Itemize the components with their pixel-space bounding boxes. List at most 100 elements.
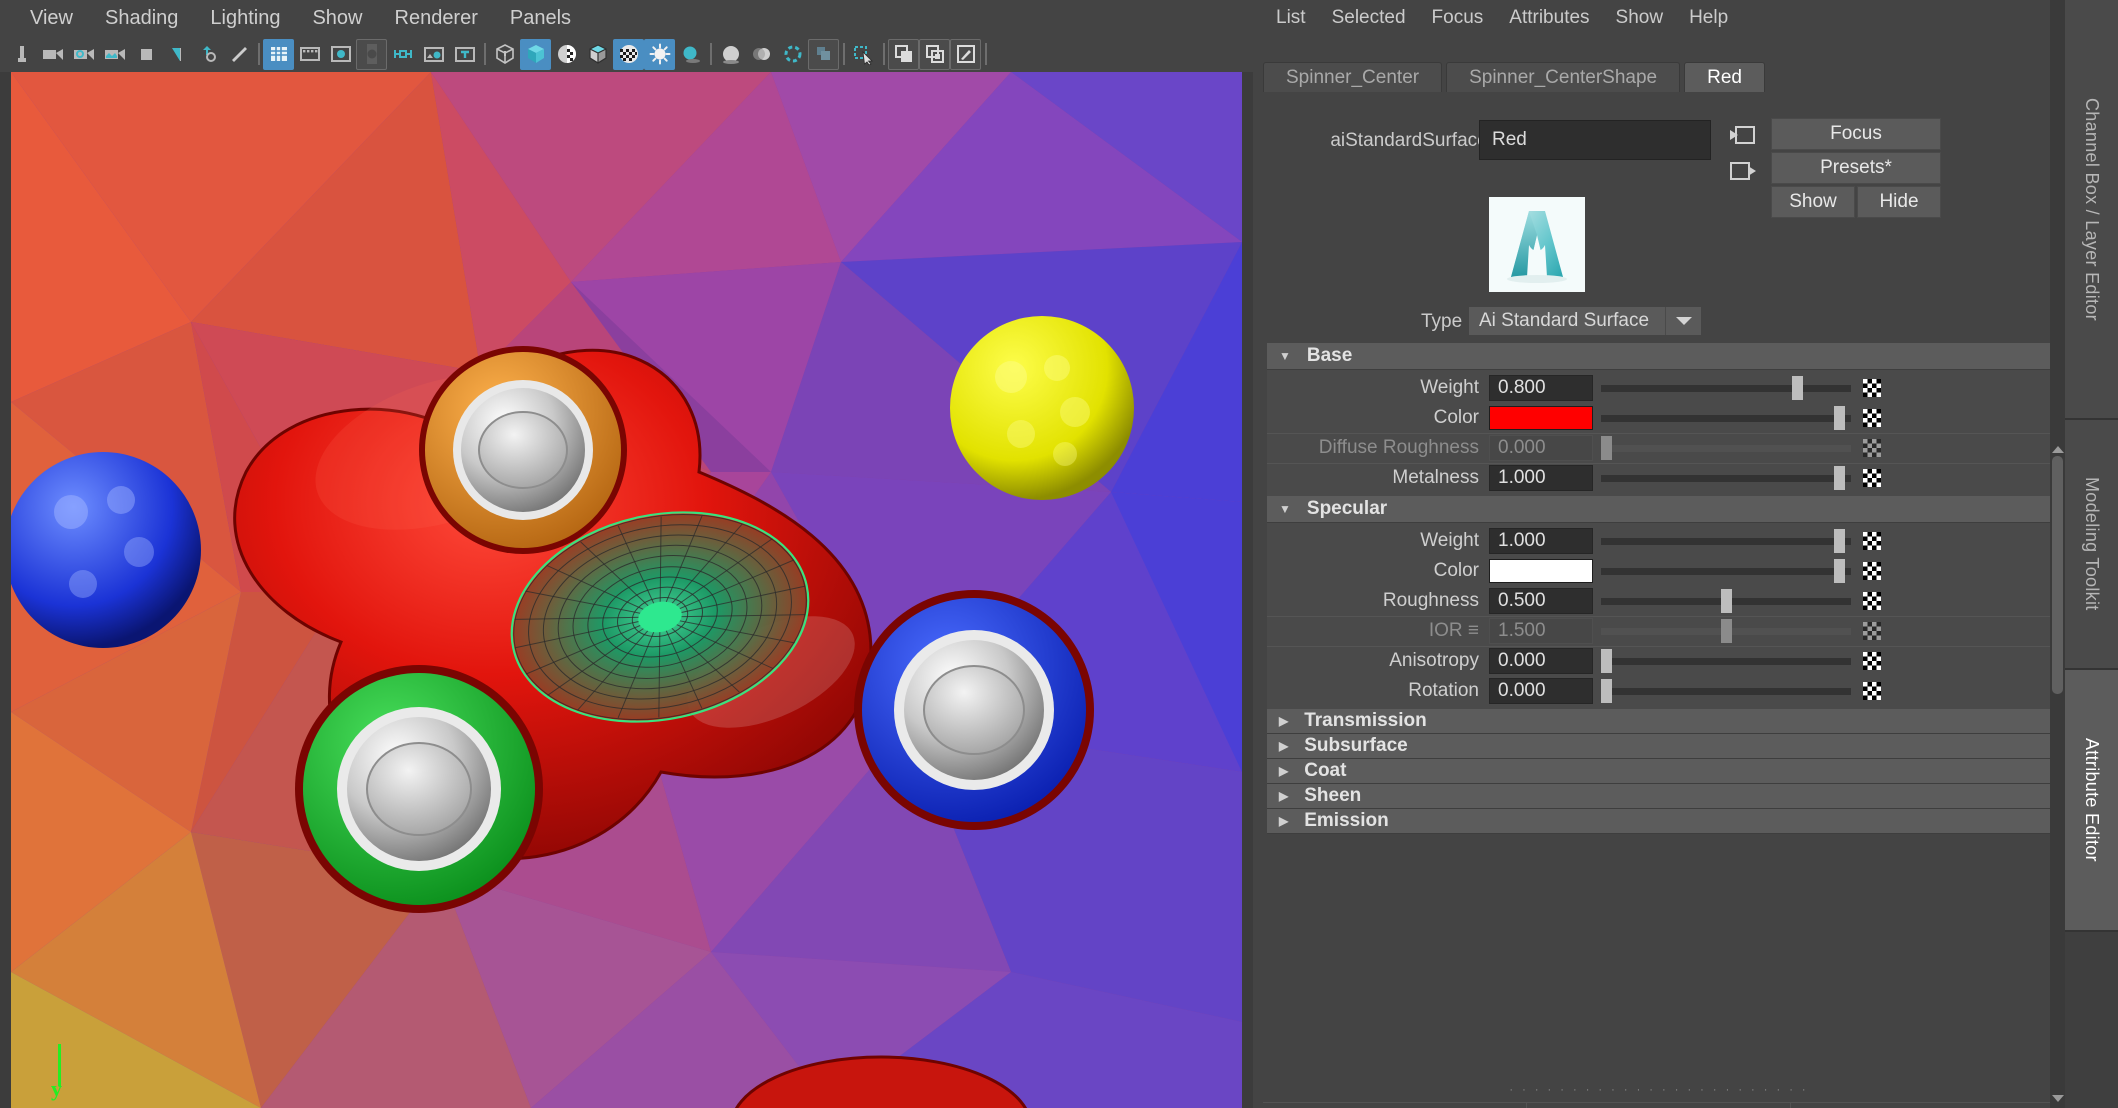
section-header-specular[interactable]: ▼ Specular <box>1267 496 2063 523</box>
depth-of-field-icon[interactable] <box>808 38 839 70</box>
attribute-value-field[interactable]: 1.500 <box>1489 618 1593 644</box>
slider-thumb[interactable] <box>1834 528 1846 553</box>
attribute-slider[interactable] <box>1601 558 1851 584</box>
grid-display-icon[interactable] <box>263 38 294 70</box>
attribute-value-field[interactable]: 0.000 <box>1489 648 1593 674</box>
scrollbar-thumb[interactable] <box>2052 456 2063 694</box>
color-swatch-field[interactable] <box>1489 558 1593 583</box>
section-header-subsurface[interactable]: ▶ Subsurface <box>1267 734 2063 759</box>
gate-mask-icon[interactable] <box>356 38 387 70</box>
menu-show[interactable]: Show <box>296 5 378 32</box>
focus-button[interactable]: Focus <box>1771 118 1941 150</box>
texture-map-button[interactable] <box>1863 591 1881 610</box>
input-connection-icon[interactable] <box>1725 120 1761 150</box>
attribute-slider[interactable] <box>1601 618 1851 644</box>
sidebar-tab-modeling-toolkit[interactable]: Modeling Toolkit <box>2065 420 2118 670</box>
sidebar-tab-channel-box[interactable]: Channel Box / Layer Editor <box>2065 0 2118 420</box>
texture-map-button[interactable] <box>1863 681 1881 700</box>
slider-thumb[interactable] <box>1601 649 1612 673</box>
slider-thumb[interactable] <box>1720 619 1732 643</box>
attribute-slider[interactable] <box>1601 405 1851 431</box>
type-combobox[interactable]: Ai Standard Surface <box>1469 307 1665 335</box>
attribute-value-field[interactable]: 0.800 <box>1489 374 1593 401</box>
tab-spinner-center[interactable]: Spinner_Center <box>1263 62 1443 92</box>
attribute-slider[interactable] <box>1601 465 1851 491</box>
texture-map-button[interactable] <box>1863 408 1881 427</box>
menu-show[interactable]: Show <box>1603 4 1677 32</box>
texture-map-button[interactable] <box>1863 439 1881 457</box>
chevron-down-icon[interactable] <box>1665 307 1701 335</box>
screen-space-ao-icon[interactable] <box>715 39 746 70</box>
menu-lighting[interactable]: Lighting <box>194 5 296 32</box>
color-swatch-field[interactable] <box>1489 405 1593 430</box>
panel-resize-grip[interactable]: · · · · · · · · · · · · · · · · · · · · … <box>1253 1084 2065 1096</box>
show-button[interactable]: Show <box>1771 186 1855 218</box>
scroll-down-arrow[interactable] <box>2052 1095 2064 1102</box>
section-header-coat[interactable]: ▶ Coat <box>1267 759 2063 784</box>
use-all-lights-icon[interactable] <box>644 38 675 70</box>
slider-thumb[interactable] <box>1601 436 1612 460</box>
menu-list[interactable]: List <box>1263 4 1319 32</box>
texture-map-button[interactable] <box>1863 561 1881 580</box>
menu-help[interactable]: Help <box>1676 4 1741 32</box>
arnold-logo-swatch[interactable] <box>1489 197 1585 292</box>
texture-map-button[interactable] <box>1863 531 1881 550</box>
select-tool-icon[interactable] <box>6 39 37 70</box>
slider-thumb[interactable] <box>1834 466 1846 490</box>
isolate-select-icon[interactable] <box>848 39 879 70</box>
texture-map-button[interactable] <box>1863 469 1881 487</box>
hide-button[interactable]: Hide <box>1857 186 1941 218</box>
textured-icon[interactable] <box>613 38 644 70</box>
attribute-slider[interactable] <box>1601 375 1851 401</box>
multisample-icon[interactable] <box>777 39 808 70</box>
slider-thumb[interactable] <box>1834 558 1846 583</box>
menu-renderer[interactable]: Renderer <box>379 5 494 32</box>
section-header-emission[interactable]: ▶ Emission <box>1267 809 2063 834</box>
attribute-value-field[interactable]: 1.000 <box>1489 527 1593 554</box>
attribute-slider[interactable] <box>1601 678 1851 704</box>
menu-panels[interactable]: Panels <box>494 5 587 32</box>
attribute-slider[interactable] <box>1601 528 1851 554</box>
3d-viewport[interactable]: y <box>11 72 1242 1108</box>
shade-selected-icon[interactable] <box>551 39 582 70</box>
image-plane-icon[interactable] <box>130 39 161 70</box>
scroll-up-arrow[interactable] <box>2052 446 2064 453</box>
tab-red[interactable]: Red <box>1684 62 1765 92</box>
section-header-base[interactable]: ▼ Base <box>1267 343 2063 370</box>
wireframe-icon[interactable] <box>489 39 520 70</box>
motion-blur-icon[interactable] <box>746 39 777 70</box>
menu-view[interactable]: View <box>14 5 89 32</box>
slider-thumb[interactable] <box>1601 678 1612 703</box>
sidebar-tab-attribute-editor[interactable]: Attribute Editor <box>2065 670 2118 932</box>
output-connection-icon[interactable] <box>1725 156 1761 186</box>
menu-selected[interactable]: Selected <box>1319 4 1419 32</box>
safe-title-icon[interactable] <box>449 39 480 70</box>
menu-attributes[interactable]: Attributes <box>1496 4 1602 32</box>
menu-shading[interactable]: Shading <box>89 5 194 32</box>
texture-map-button[interactable] <box>1863 378 1881 397</box>
safe-action-icon[interactable] <box>418 39 449 70</box>
slider-thumb[interactable] <box>1720 588 1732 613</box>
film-gate-icon[interactable] <box>294 39 325 70</box>
grid-toggle-icon[interactable] <box>192 39 223 70</box>
xray-joints-icon[interactable] <box>919 38 950 70</box>
attribute-slider[interactable] <box>1601 588 1851 614</box>
node-name-input[interactable]: Red <box>1479 120 1711 160</box>
menu-focus[interactable]: Focus <box>1419 4 1497 32</box>
slider-thumb[interactable] <box>1792 375 1804 400</box>
attribute-value-field[interactable]: 0.500 <box>1489 587 1593 614</box>
attribute-value-field[interactable]: 0.000 <box>1489 677 1593 704</box>
slider-thumb[interactable] <box>1834 405 1846 430</box>
camera-icon[interactable] <box>37 39 68 70</box>
attribute-editor-scrollbar[interactable] <box>2050 0 2065 1108</box>
resolution-gate-icon[interactable] <box>325 39 356 70</box>
tab-spinner-center-shape[interactable]: Spinner_CenterShape <box>1446 62 1681 92</box>
presets-button[interactable]: Presets* <box>1771 152 1941 184</box>
shadows-icon[interactable] <box>675 39 706 70</box>
attribute-slider[interactable] <box>1601 648 1851 674</box>
attribute-value-field[interactable]: 0.000 <box>1489 435 1593 461</box>
measure-tool-icon[interactable] <box>223 39 254 70</box>
attribute-slider[interactable] <box>1601 435 1851 461</box>
field-chart-icon[interactable] <box>387 39 418 70</box>
camera-attributes-icon[interactable] <box>68 39 99 70</box>
